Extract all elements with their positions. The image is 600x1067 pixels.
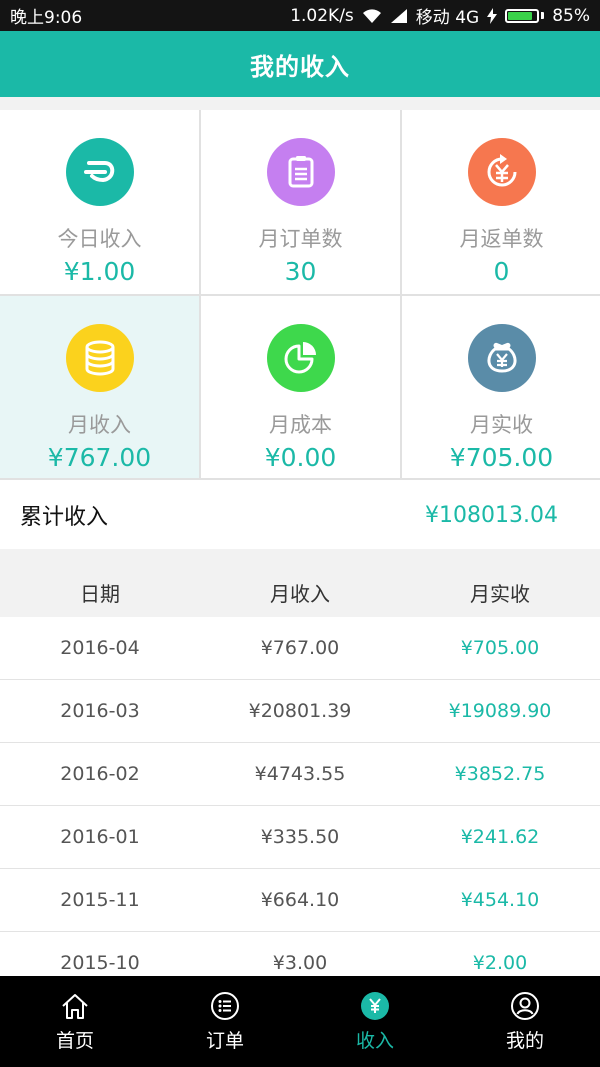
stat-month-received[interactable]: 月实收 ¥705.00 (402, 296, 600, 480)
stat-month-cost[interactable]: 月成本 ¥0.00 (201, 296, 400, 480)
total-income-row: 累计收入 ¥108013.04 (0, 481, 600, 549)
status-right: 1.02K/s 移动 4G 85% (290, 3, 590, 29)
yen-icon (359, 990, 391, 1022)
table-row[interactable]: 2016-04 ¥767.00 ¥705.00 (0, 617, 600, 680)
table-header: 日期 月收入 月实收 (0, 549, 600, 617)
row-month-income: ¥20801.39 (248, 700, 352, 722)
tab-label: 订单 (205, 1030, 244, 1052)
money-bag-icon (467, 324, 536, 392)
battery-icon (505, 8, 545, 23)
column-header-month-received: 月实收 (470, 582, 530, 606)
row-month-income: ¥664.10 (260, 889, 340, 911)
pie-chart-icon (266, 324, 335, 392)
title-bar: 我的收入 (0, 31, 600, 97)
table-row[interactable]: 2016-02 ¥4743.55 ¥3852.75 (0, 743, 600, 806)
row-month-received: ¥705.00 (460, 637, 540, 659)
row-date: 2016-01 (60, 826, 140, 848)
refund-yen-icon (467, 138, 536, 206)
coins-icon (65, 324, 134, 392)
row-date: 2016-04 (60, 637, 140, 659)
carrier-label: 移动 4G (415, 8, 480, 28)
section-gap (0, 97, 600, 110)
row-month-received: ¥2.00 (472, 952, 528, 974)
row-month-income: ¥335.50 (260, 826, 340, 848)
row-month-received: ¥3852.75 (454, 763, 546, 785)
stat-label: 月订单数 (258, 227, 343, 251)
tab-label: 收入 (355, 1030, 394, 1052)
status-time: 晚上9:06 (10, 8, 83, 28)
stat-value: ¥1.00 (63, 257, 136, 286)
row-date: 2016-02 (60, 763, 140, 785)
network-speed: 1.02K/s (290, 5, 354, 26)
stat-label: 今日收入 (57, 227, 142, 251)
clipboard-icon (266, 138, 335, 206)
stat-value: ¥767.00 (47, 443, 152, 472)
grid-divider (0, 294, 600, 296)
row-month-income: ¥767.00 (260, 637, 340, 659)
stat-value: 0 (493, 257, 510, 286)
stat-month-returns[interactable]: 月返单数 0 (402, 110, 600, 294)
income-today-icon (65, 138, 134, 206)
stat-value: ¥705.00 (449, 443, 554, 472)
stat-value: 30 (284, 257, 317, 286)
stat-label: 月实收 (470, 413, 533, 437)
column-header-date: 日期 (80, 582, 120, 606)
table-row[interactable]: 2016-03 ¥20801.39 ¥19089.90 (0, 680, 600, 743)
total-income-value: ¥108013.04 (425, 502, 558, 528)
grid-divider (0, 478, 600, 480)
stat-label: 月收入 (68, 413, 131, 437)
column-header-month-income: 月收入 (270, 582, 330, 606)
income-table[interactable]: 2016-04 ¥767.00 ¥705.00 2016-03 ¥20801.3… (0, 617, 600, 976)
row-month-received: ¥19089.90 (448, 700, 552, 722)
table-row[interactable]: 2016-01 ¥335.50 ¥241.62 (0, 806, 600, 869)
stats-grid: 今日收入 ¥1.00 月订单数 30 月返单数 0 月收入 ¥767.00 月成… (0, 110, 600, 480)
row-date: 2015-10 (60, 952, 140, 974)
stat-today-income[interactable]: 今日收入 ¥1.00 (0, 110, 199, 294)
stat-label: 月成本 (269, 413, 332, 437)
order-list-icon (209, 990, 241, 1022)
row-month-received: ¥454.10 (460, 889, 540, 911)
tab-home[interactable]: 首页 (0, 976, 150, 1067)
charging-icon (487, 7, 498, 24)
table-row[interactable]: 2015-11 ¥664.10 ¥454.10 (0, 869, 600, 932)
wifi-icon (362, 8, 381, 23)
stat-value: ¥0.00 (264, 443, 337, 472)
tab-mine[interactable]: 我的 (450, 976, 600, 1067)
row-month-income: ¥3.00 (272, 952, 328, 974)
stat-month-orders[interactable]: 月订单数 30 (201, 110, 400, 294)
tab-orders[interactable]: 订单 (150, 976, 300, 1067)
stat-label: 月返单数 (459, 227, 544, 251)
page-title: 我的收入 (250, 52, 350, 81)
status-bar: 晚上9:06 1.02K/s 移动 4G 85% (0, 0, 600, 31)
tab-label: 我的 (505, 1030, 544, 1052)
battery-percent: 85% (552, 5, 590, 26)
tab-label: 首页 (55, 1030, 94, 1052)
row-date: 2015-11 (60, 889, 140, 911)
tab-income[interactable]: 收入 (300, 976, 450, 1067)
signal-icon (390, 8, 407, 23)
home-icon (59, 990, 91, 1022)
row-date: 2016-03 (60, 700, 140, 722)
row-month-received: ¥241.62 (460, 826, 540, 848)
table-row[interactable]: 2015-10 ¥3.00 ¥2.00 (0, 932, 600, 976)
stat-month-income[interactable]: 月收入 ¥767.00 (0, 296, 199, 480)
row-month-income: ¥4743.55 (254, 763, 346, 785)
bottom-tab-bar: 首页 订单 收入 我的 (0, 976, 600, 1067)
user-icon (509, 990, 541, 1022)
total-income-label: 累计收入 (20, 505, 109, 530)
